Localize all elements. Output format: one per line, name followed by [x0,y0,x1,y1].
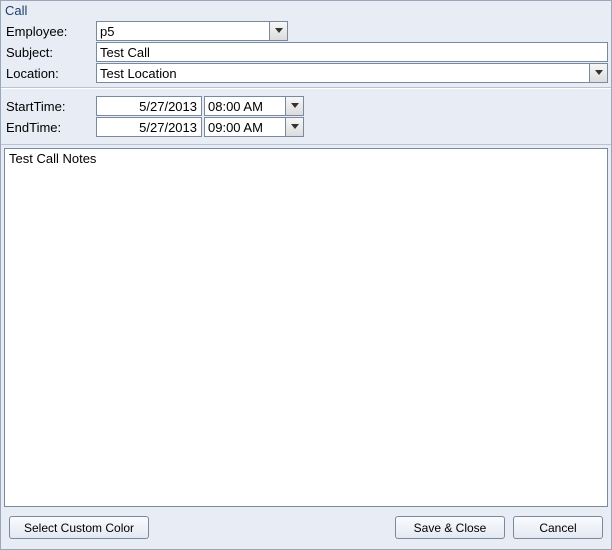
start-date-input[interactable]: 5/27/2013 [96,96,202,116]
chevron-down-icon[interactable] [285,118,303,136]
location-row: Location: Test Location [4,63,608,83]
call-dialog: Call Employee: p5 Subject: Test Call Loc… [0,0,612,550]
end-time-combo[interactable]: 09:00 AM [204,117,304,137]
subject-row: Subject: Test Call [4,42,608,62]
endtime-label: EndTime: [4,120,96,135]
location-label: Location: [4,66,96,81]
employee-combo[interactable]: p5 [96,21,288,41]
start-date-value: 5/27/2013 [139,99,197,114]
starttime-label: StartTime: [4,99,96,114]
end-date-value: 5/27/2013 [139,120,197,135]
end-date-input[interactable]: 5/27/2013 [96,117,202,137]
end-time-value: 09:00 AM [208,120,263,135]
button-label: Save & Close [414,521,487,535]
form-top-section: Employee: p5 Subject: Test Call Location… [1,18,611,88]
start-time-combo[interactable]: 08:00 AM [204,96,304,116]
button-label: Select Custom Color [24,521,134,535]
chevron-down-icon[interactable] [589,64,607,82]
dialog-title: Call [1,1,611,18]
location-value: Test Location [100,66,177,81]
endtime-row: EndTime: 5/27/2013 09:00 AM [4,117,608,137]
button-bar: Select Custom Color Save & Close Cancel [1,510,611,549]
employee-row: Employee: p5 [4,21,608,41]
notes-container [4,148,608,507]
employee-label: Employee: [4,24,96,39]
cancel-button[interactable]: Cancel [513,516,603,539]
starttime-row: StartTime: 5/27/2013 08:00 AM [4,96,608,116]
subject-input[interactable]: Test Call [96,42,608,62]
button-label: Cancel [539,521,576,535]
select-custom-color-button[interactable]: Select Custom Color [9,516,149,539]
time-section: StartTime: 5/27/2013 08:00 AM EndTime: 5… [1,88,611,145]
chevron-down-icon[interactable] [269,22,287,40]
start-time-value: 08:00 AM [208,99,263,114]
notes-textarea[interactable] [5,149,607,506]
chevron-down-icon[interactable] [285,97,303,115]
employee-value: p5 [100,24,114,39]
save-close-button[interactable]: Save & Close [395,516,505,539]
subject-value: Test Call [100,45,150,60]
subject-label: Subject: [4,45,96,60]
location-combo[interactable]: Test Location [96,63,608,83]
